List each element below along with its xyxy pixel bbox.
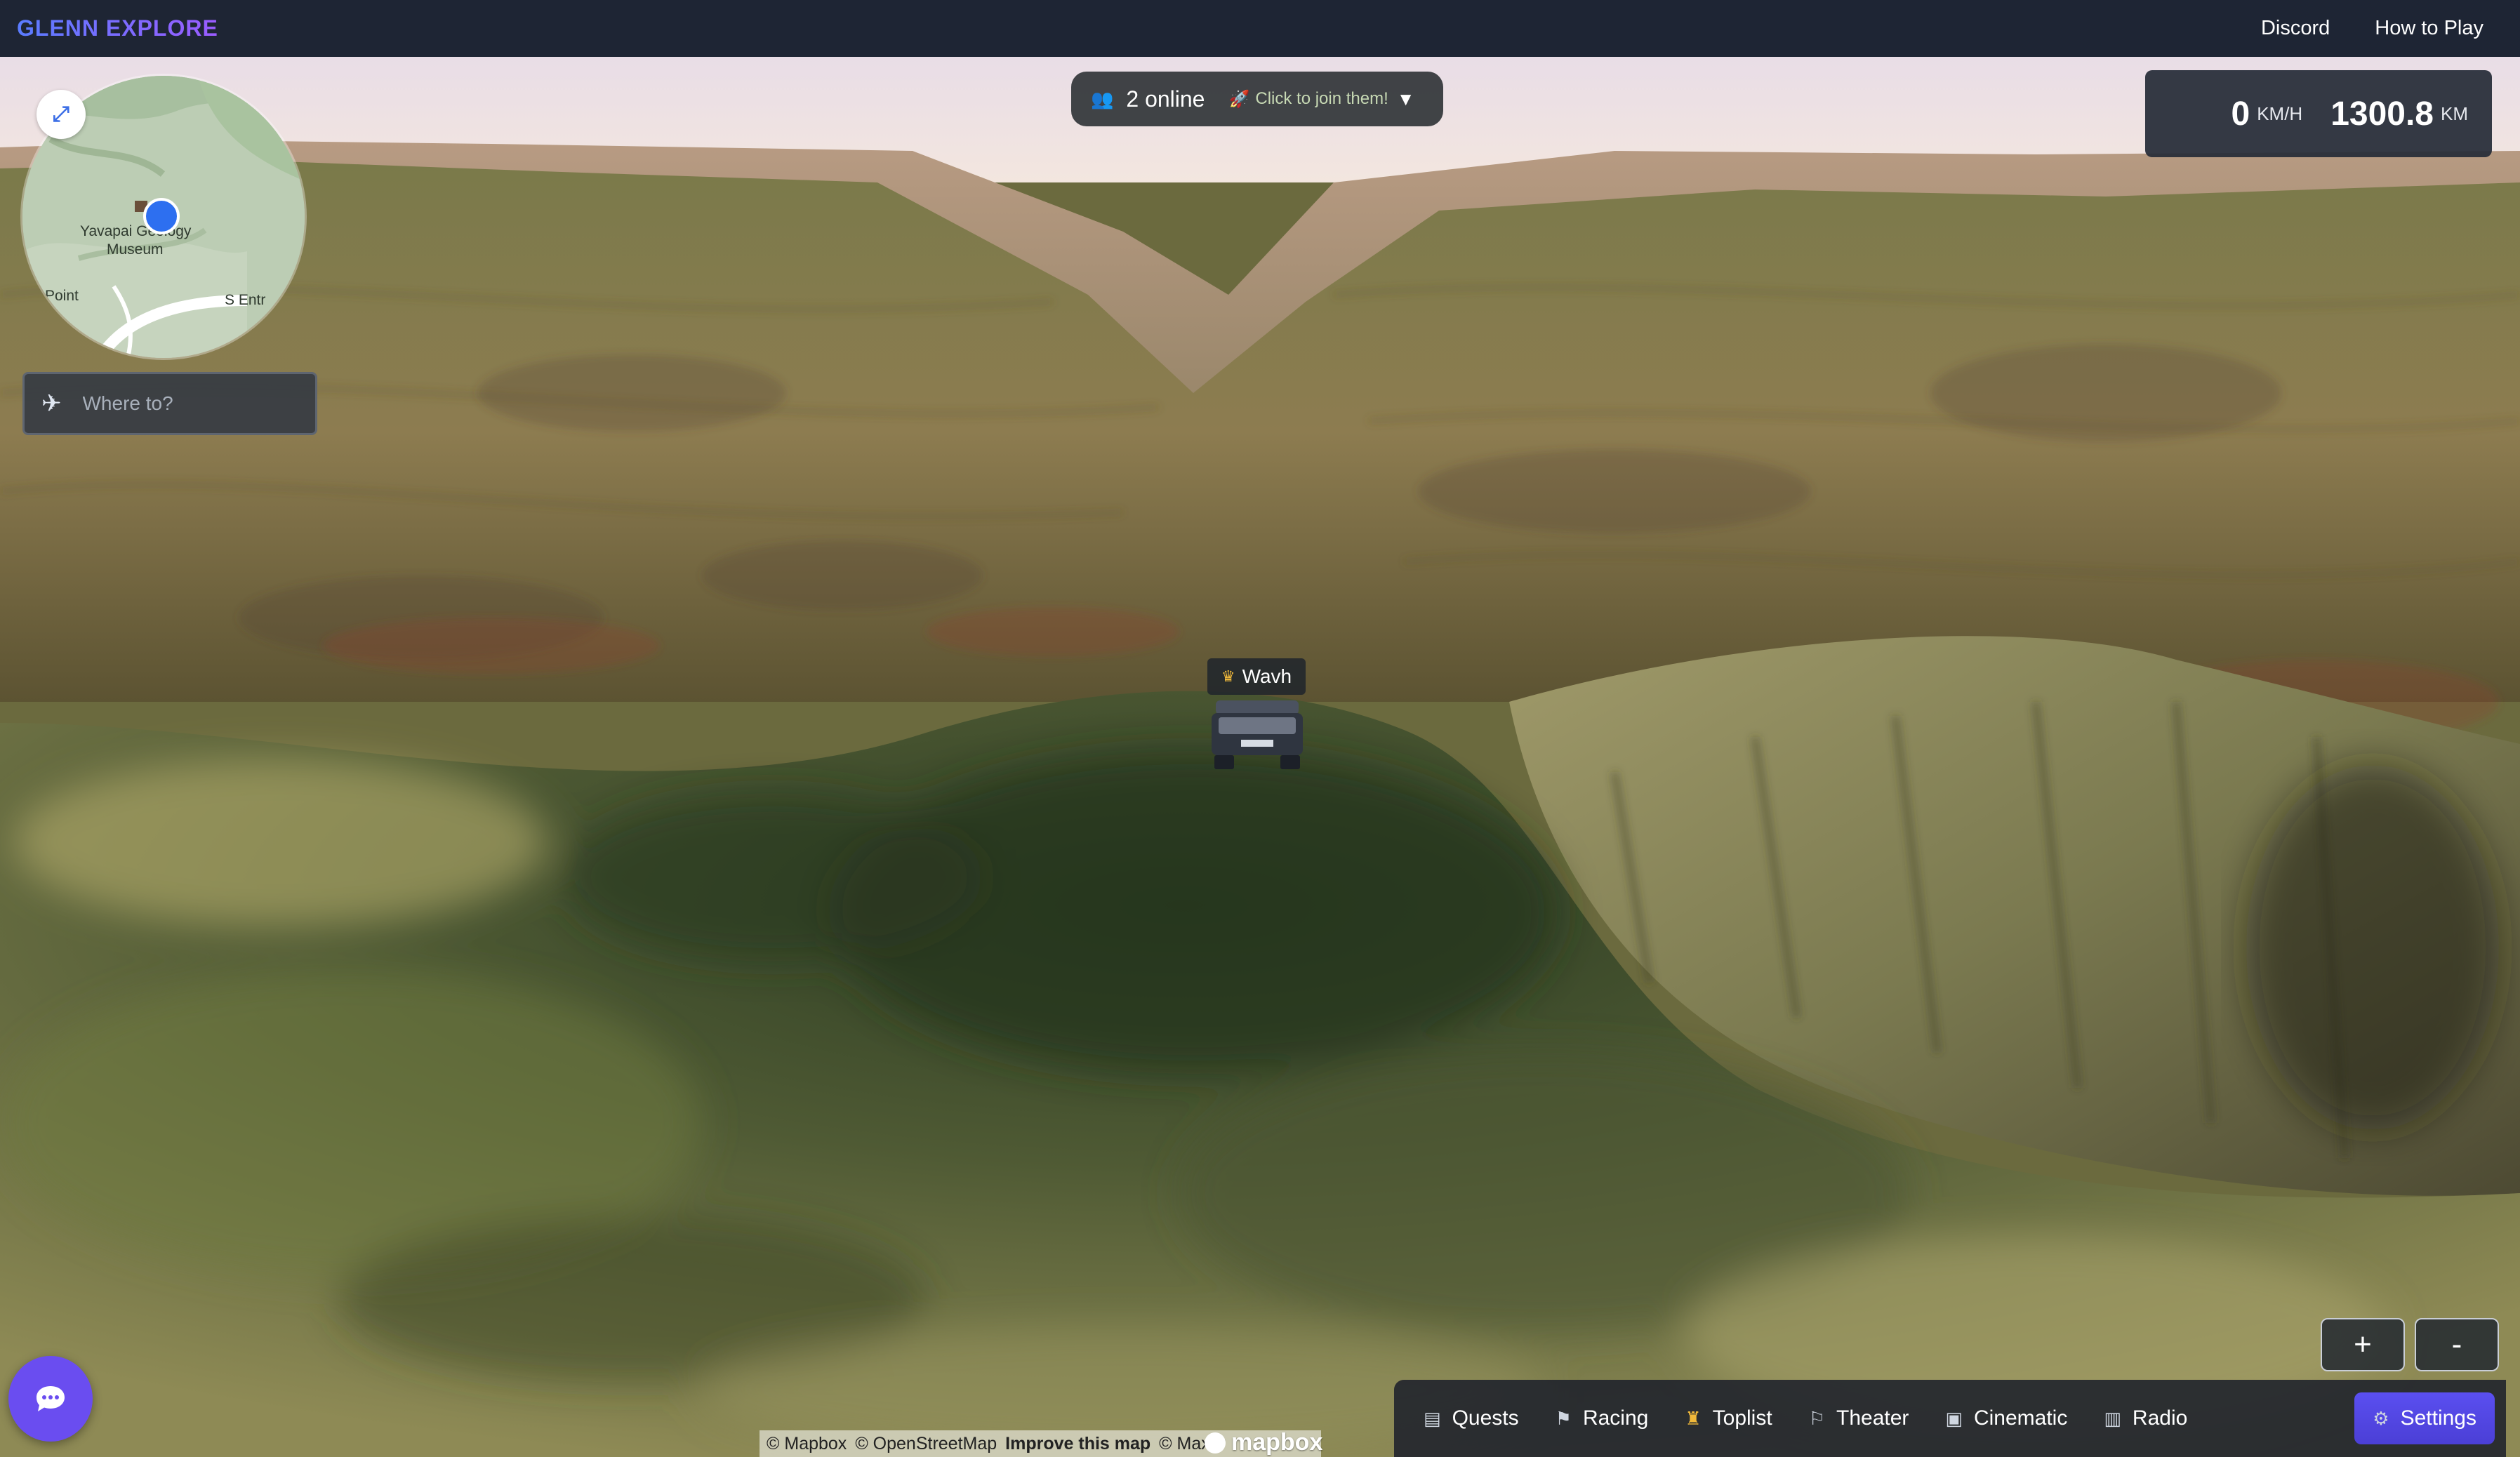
toolbar-cinematic-button[interactable]: ▣ Cinematic	[1927, 1392, 2085, 1444]
zoom-out-button[interactable]: -	[2415, 1318, 2499, 1371]
people-icon: 👥	[1091, 88, 1114, 109]
minimap-label-museum: Museum	[107, 241, 164, 258]
toolbar-theater-label: Theater	[1836, 1406, 1909, 1430]
toolbar-radio-button[interactable]: ▥ Radio	[2085, 1392, 2206, 1444]
gear-icon: ⚙	[2373, 1407, 2389, 1429]
mapbox-logo[interactable]: mapbox	[1205, 1429, 1322, 1456]
chat-bubble-icon	[37, 1386, 65, 1411]
player-name-tag: ♛ Wavh	[1207, 658, 1306, 695]
destination-search[interactable]: ✈	[22, 372, 317, 435]
toolbar-quests-button[interactable]: ▤ Quests	[1405, 1392, 1537, 1444]
nav-link-how-to-play[interactable]: How to Play	[2375, 17, 2483, 40]
radio-icon: ▥	[2104, 1407, 2121, 1429]
toolbar-toplist-label: Toplist	[1712, 1406, 1772, 1430]
join-players-link[interactable]: Click to join them!	[1255, 89, 1388, 109]
mapbox-logo-icon	[1205, 1432, 1226, 1453]
brand-logo[interactable]: GLENN EXPLORE	[17, 15, 218, 41]
toolbar-settings-button[interactable]: ⚙ Settings	[2354, 1392, 2495, 1444]
speed-value: 0	[2231, 95, 2250, 133]
chat-button[interactable]	[8, 1356, 93, 1442]
expand-icon[interactable]: ⤢	[37, 90, 86, 139]
attribution-mapbox[interactable]: © Mapbox	[767, 1434, 847, 1454]
toolbar-radio-label: Radio	[2132, 1406, 2188, 1430]
plane-icon: ✈	[41, 390, 62, 417]
destination-search-input[interactable]	[81, 392, 295, 415]
toolbar-racing-label: Racing	[1582, 1406, 1649, 1430]
top-navbar: GLENN EXPLORE Discord How to Play	[0, 0, 2520, 57]
rocket-icon: 🚀	[1228, 89, 1250, 109]
mapbox-logo-text: mapbox	[1231, 1429, 1323, 1456]
distance-unit: KM	[2441, 102, 2468, 124]
toolbar-racing-button[interactable]: ⚑ Racing	[1537, 1392, 1667, 1444]
toolbar-toplist-button[interactable]: ♜ Toplist	[1666, 1392, 1790, 1444]
player-name: Wavh	[1242, 665, 1292, 687]
toolbar-cinematic-label: Cinematic	[1973, 1406, 2068, 1430]
minimap-label-s-entrance: S Entr	[225, 292, 265, 308]
toolbar-theater-button[interactable]: ⚐ Theater	[1791, 1392, 1928, 1444]
online-players-pill[interactable]: 👥 2 online 🚀 Click to join them! ▼	[1071, 72, 1443, 126]
attribution-osm[interactable]: © OpenStreetMap	[855, 1434, 997, 1454]
chevron-down-icon[interactable]: ▼	[1397, 88, 1415, 110]
nav-link-discord[interactable]: Discord	[2261, 17, 2330, 40]
speedometer-panel: 0 KM/H 1300.8 KM	[2145, 70, 2492, 157]
top-nav-links: Discord How to Play	[2261, 17, 2483, 40]
online-count: 2 online	[1126, 86, 1205, 112]
speed-unit: KM/H	[2257, 102, 2303, 124]
zoom-in-button[interactable]: +	[2321, 1318, 2405, 1371]
distance-value: 1300.8	[2330, 95, 2434, 133]
film-camera-icon: ▣	[1945, 1407, 1963, 1429]
minimap-label-point: Point	[45, 288, 79, 304]
trophy-icon: ♜	[1685, 1407, 1702, 1429]
bottom-toolbar: ▤ Quests ⚑ Racing ♜ Toplist ⚐ Theater ▣ …	[1394, 1380, 2506, 1457]
checkered-flag-icon: ⚑	[1555, 1407, 1572, 1429]
attribution-improve-link[interactable]: Improve this map	[1005, 1434, 1150, 1454]
player-car	[1212, 700, 1303, 769]
player-location-dot	[143, 198, 180, 234]
crown-icon: ♛	[1221, 667, 1235, 685]
toolbar-quests-label: Quests	[1452, 1406, 1519, 1430]
clapper-icon: ⚐	[1808, 1407, 1825, 1429]
scroll-icon: ▤	[1424, 1407, 1441, 1429]
toolbar-settings-label: Settings	[2400, 1406, 2476, 1430]
